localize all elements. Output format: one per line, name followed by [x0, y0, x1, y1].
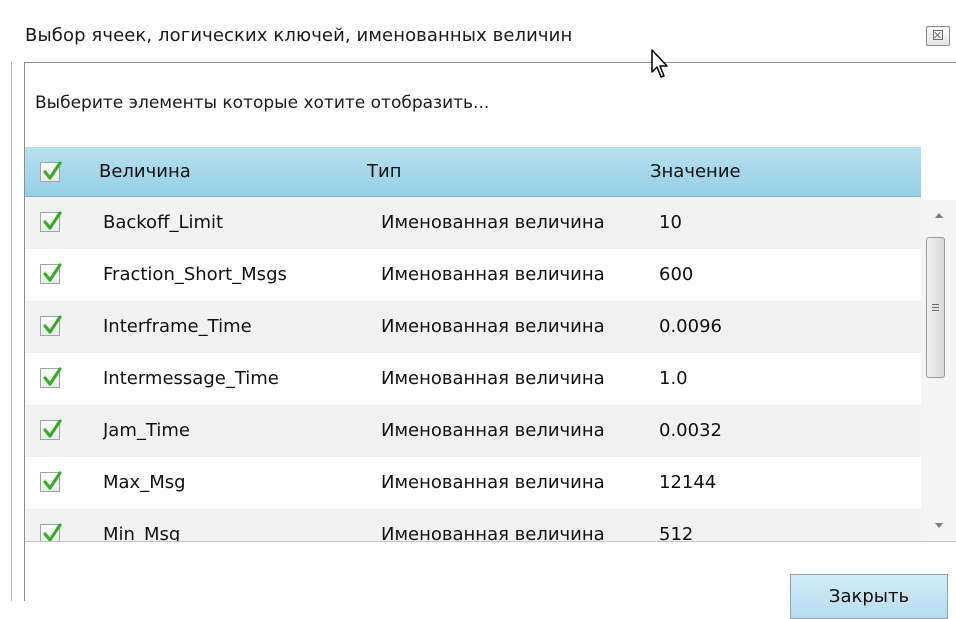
row-checkbox[interactable] [40, 211, 62, 232]
checkmark-icon [43, 471, 62, 490]
cell-type: Именованная величина [381, 420, 605, 441]
cell-type: Именованная величина [381, 212, 605, 233]
column-header-value[interactable]: Значение [650, 161, 741, 182]
instruction-text: Выберите элементы которые хотите отобраз… [35, 93, 490, 113]
cell-value: 12144 [659, 472, 717, 493]
mouse-pointer-icon [651, 49, 668, 78]
cell-value: 1.0 [659, 368, 688, 389]
cell-name: Jam_Time [103, 420, 190, 441]
column-header-name[interactable]: Величина [99, 161, 191, 182]
close-dialog-button[interactable]: Закрыть [790, 574, 948, 619]
checkmark-icon [43, 211, 62, 230]
checkmark-icon [43, 161, 62, 180]
table-row[interactable]: Jam_Time Именованная величина 0.0032 [25, 405, 921, 457]
dialog-title: Выбор ячеек, логических ключей, именован… [25, 25, 573, 46]
select-all-checkbox[interactable] [40, 161, 62, 182]
row-checkbox[interactable] [40, 419, 62, 440]
table-row[interactable]: Backoff_Limit Именованная величина 10 [25, 197, 921, 249]
checkmark-icon [43, 315, 62, 334]
cell-value: 0.0032 [659, 420, 722, 441]
scroll-up-arrow-icon[interactable] [921, 200, 956, 230]
cell-name: Fraction_Short_Msgs [103, 264, 287, 285]
cell-type: Именованная величина [381, 524, 605, 541]
table-row[interactable]: Intermessage_Time Именованная величина 1… [25, 353, 921, 405]
cell-name: Interframe_Time [103, 316, 252, 337]
close-icon [933, 30, 943, 40]
table-row[interactable]: Interframe_Time Именованная величина 0.0… [25, 301, 921, 353]
cell-name: Max_Msg [103, 472, 186, 493]
cell-type: Именованная величина [381, 316, 605, 337]
cell-name: Intermessage_Time [103, 368, 279, 389]
column-header-type[interactable]: Тип [367, 161, 401, 182]
table-row[interactable]: Max_Msg Именованная величина 12144 [25, 457, 921, 509]
row-checkbox[interactable] [40, 263, 62, 284]
scrollbar-thumb[interactable] [926, 237, 945, 378]
cell-value: 512 [659, 524, 694, 541]
scroll-down-arrow-icon[interactable] [921, 511, 956, 541]
outer-window-border [11, 62, 12, 601]
checkmark-icon [43, 367, 62, 386]
cell-name: Min_Msg [103, 524, 181, 541]
cell-type: Именованная величина [381, 472, 605, 493]
row-checkbox[interactable] [40, 367, 62, 388]
checkmark-icon [43, 419, 62, 438]
dialog-window: Выбор ячеек, логических ключей, именован… [0, 0, 956, 619]
cell-name: Backoff_Limit [103, 212, 224, 233]
vertical-scrollbar[interactable] [921, 200, 956, 541]
cell-value: 0.0096 [659, 316, 722, 337]
table-row[interactable]: Min_Msg Именованная величина 512 [25, 509, 921, 541]
cell-value: 600 [659, 264, 694, 285]
checkmark-icon [43, 523, 62, 541]
cell-type: Именованная величина [381, 368, 605, 389]
items-grid: Величина Тип Значение Backoff_Limit Имен… [25, 147, 956, 541]
row-checkbox[interactable] [40, 315, 62, 336]
row-checkbox[interactable] [40, 523, 62, 541]
table-row[interactable]: Fraction_Short_Msgs Именованная величина… [25, 249, 921, 301]
row-checkbox[interactable] [40, 471, 62, 492]
cell-value: 10 [659, 212, 682, 233]
checkmark-icon [43, 263, 62, 282]
window-close-button[interactable] [926, 26, 950, 46]
grid-header: Величина Тип Значение [25, 147, 921, 197]
cell-type: Именованная величина [381, 264, 605, 285]
